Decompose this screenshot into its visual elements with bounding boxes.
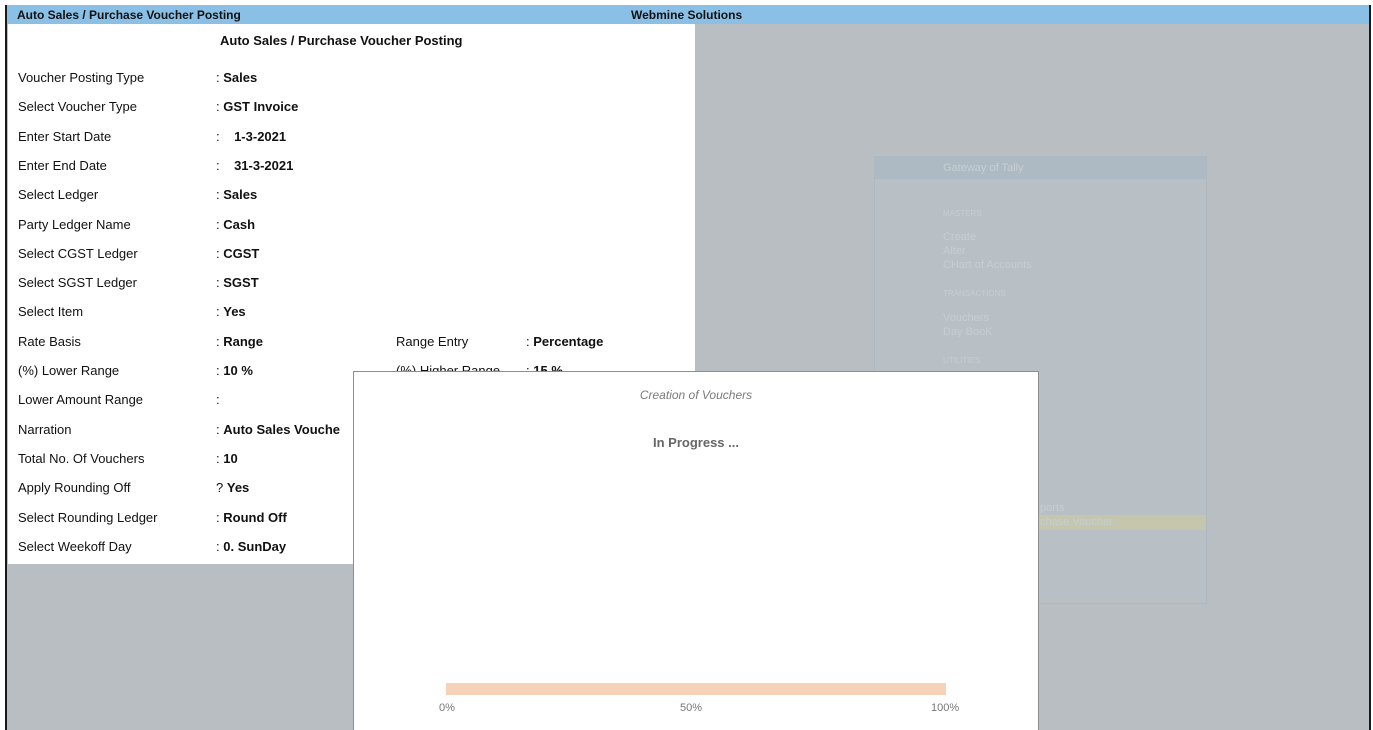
field-value-text: CGST <box>223 246 260 261</box>
field-value[interactable]: : Sales <box>216 187 257 202</box>
title-bar: Auto Sales / Purchase Voucher Posting We… <box>5 5 1371 24</box>
field-value-text: Auto Sales Vouche <box>223 422 341 437</box>
gateway-title: Gateway of Tally <box>943 162 1024 174</box>
field-label: Party Ledger Name <box>18 217 131 232</box>
menu-reports-partial[interactable]: ports <box>1040 502 1064 514</box>
field-separator: : <box>216 304 220 319</box>
field-separator: : <box>216 539 220 554</box>
gateway-title-bar: Gateway of Tally <box>875 157 1206 179</box>
field-separator: ? <box>216 480 224 495</box>
field-value-text: 31-3-2021 <box>234 158 294 173</box>
field-label: (%) Lower Range <box>18 363 120 378</box>
utilities-header: UTILITIES <box>943 356 981 365</box>
field-label: Select Rounding Ledger <box>18 510 158 525</box>
field-value-text: Sales <box>223 70 258 85</box>
field-value[interactable]: : Round Off <box>216 510 287 525</box>
field-separator: : <box>216 451 220 466</box>
field-value-text: 10 <box>223 451 238 466</box>
field-value-text: Yes <box>226 480 250 495</box>
field-value-text: Round Off <box>223 510 287 525</box>
menu-alter[interactable]: Alter <box>943 245 966 257</box>
field-separator: : <box>216 187 220 202</box>
range-entry-value[interactable]: : Percentage <box>526 334 603 349</box>
field-value[interactable]: ? Yes <box>216 480 249 495</box>
field-label: Select CGST Ledger <box>18 246 138 261</box>
progress-label-mid: 50% <box>680 702 703 714</box>
field-value[interactable]: : 31-3-2021 <box>216 158 293 173</box>
field-label: Select Weekoff Day <box>18 539 132 554</box>
field-value[interactable]: : 1-3-2021 <box>216 129 286 144</box>
field-value[interactable]: : GST Invoice <box>216 99 298 114</box>
progress-bar <box>446 683 946 695</box>
field-value-text: SGST <box>223 275 259 290</box>
company-name: Webmine Solutions <box>631 8 743 22</box>
field-label: Lower Amount Range <box>18 392 144 407</box>
field-separator: : <box>216 422 220 437</box>
field-separator: : <box>216 246 220 261</box>
field-label: Voucher Posting Type <box>18 70 145 85</box>
field-value[interactable]: : 0. SunDay <box>216 539 286 554</box>
progress-label-end: 100% <box>931 702 960 714</box>
menu-vouchers[interactable]: Vouchers <box>943 312 989 324</box>
field-separator: : <box>216 275 220 290</box>
field-separator: : <box>216 129 220 144</box>
field-label: Enter End Date <box>18 158 107 173</box>
field-label: Select Ledger <box>18 187 99 202</box>
progress-label-start: 0% <box>439 702 455 714</box>
field-value[interactable]: : <box>216 392 223 407</box>
range-entry-label: Range Entry <box>396 334 469 349</box>
field-value[interactable]: : CGST <box>216 246 259 261</box>
field-label: Select Voucher Type <box>18 99 138 114</box>
field-value[interactable]: : SGST <box>216 275 259 290</box>
field-separator: : <box>216 510 220 525</box>
field-label: Select SGST Ledger <box>18 275 137 290</box>
field-separator: : <box>216 158 220 173</box>
field-value[interactable]: : Range <box>216 334 263 349</box>
field-value-text: GST Invoice <box>223 99 299 114</box>
field-value-text: Yes <box>223 304 246 319</box>
field-value-text: Cash <box>223 217 256 232</box>
field-separator: : <box>216 70 220 85</box>
field-value-text: Sales <box>223 187 258 202</box>
dialog-title: Creation of Vouchers <box>639 388 753 402</box>
progress-status: In Progress ... <box>653 435 739 450</box>
field-value-text: 1-3-2021 <box>234 129 287 144</box>
masters-header: MASTERS <box>943 209 982 218</box>
menu-purchase-voucher-partial: chase Voucher <box>1040 516 1113 528</box>
field-value-text: 10 % <box>223 363 253 378</box>
form-heading: Auto Sales / Purchase Voucher Posting <box>220 33 463 48</box>
transactions-header: TRANSACTIONS <box>943 289 1006 298</box>
menu-create[interactable]: Create <box>943 231 976 243</box>
field-value-text: 0. SunDay <box>223 539 287 554</box>
field-value[interactable]: : Auto Sales Vouche <box>216 422 340 437</box>
app-window: Auto Sales / Purchase Voucher Posting We… <box>5 5 1371 730</box>
field-separator: : <box>216 217 220 232</box>
field-value[interactable]: : 10 <box>216 451 238 466</box>
field-separator: : <box>216 392 220 407</box>
field-value[interactable]: : Yes <box>216 304 246 319</box>
field-label: Rate Basis <box>18 334 81 349</box>
field-label: Apply Rounding Off <box>18 480 131 495</box>
menu-chart-of-accounts[interactable]: CHart of Accounts <box>943 259 1032 271</box>
field-value[interactable]: : 10 % <box>216 363 253 378</box>
field-value[interactable]: : Cash <box>216 217 255 232</box>
field-separator: : <box>216 363 220 378</box>
field-label: Enter Start Date <box>18 129 112 144</box>
creation-progress-dialog: Creation of Vouchers In Progress ... 0% … <box>353 371 1039 730</box>
field-value-text: Percentage <box>533 334 604 349</box>
field-separator: : <box>216 99 220 114</box>
menu-day-book[interactable]: Day BooK <box>943 326 993 338</box>
field-label: Narration <box>18 422 72 437</box>
field-value[interactable]: : Sales <box>216 70 257 85</box>
field-separator: : <box>216 334 220 349</box>
field-label: Total No. Of Vouchers <box>18 451 145 466</box>
field-label: Select Item <box>18 304 84 319</box>
field-value-text: Range <box>223 334 263 349</box>
window-title: Auto Sales / Purchase Voucher Posting <box>17 8 241 22</box>
field-separator: : <box>526 334 530 349</box>
